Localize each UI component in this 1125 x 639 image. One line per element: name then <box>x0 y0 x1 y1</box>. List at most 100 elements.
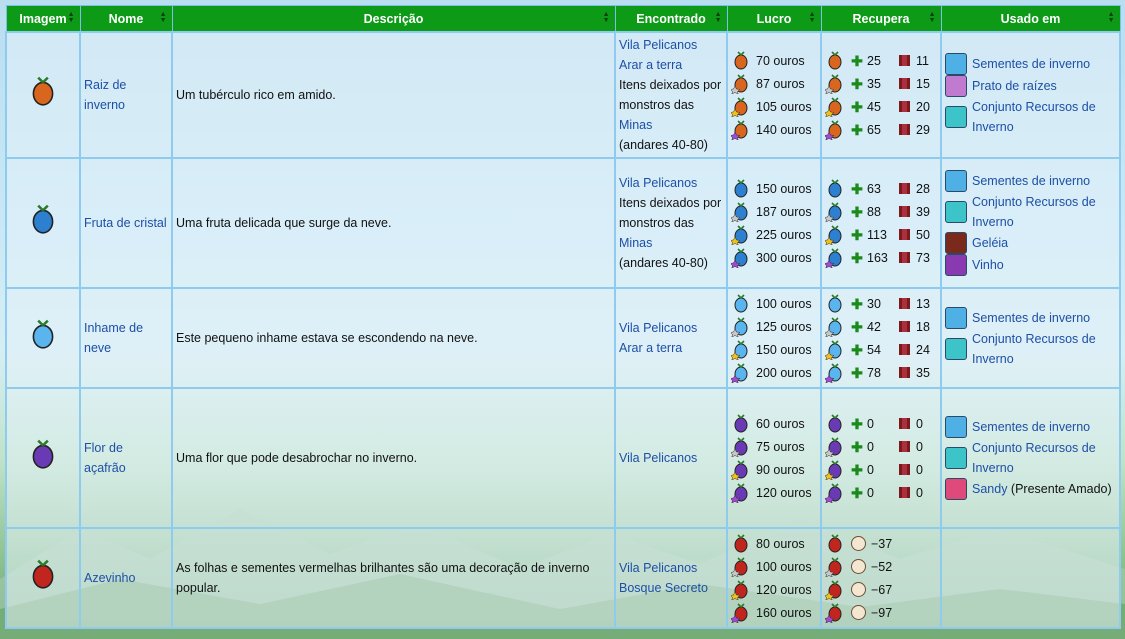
col-header-imagem[interactable]: Imagem ▲ ▼ <box>5 5 81 33</box>
crop-name-link[interactable]: Azevinho <box>84 571 135 585</box>
used-in-label: Conjunto Recursos de Inverno <box>972 97 1116 137</box>
col-header-recupera[interactable]: Recupera ▲ ▼ <box>820 5 942 33</box>
holly-icon <box>734 533 748 552</box>
col-header-encontrado[interactable]: Encontrado ▲ ▼ <box>614 5 728 33</box>
holly-icon <box>828 533 842 552</box>
description-text: Um tubérculo rico em amido. <box>176 88 336 102</box>
crop-name-link[interactable]: Fruta de cristal <box>84 216 167 230</box>
recovery-row: ✚ 63 28 <box>825 177 937 200</box>
used-in-item: Geléia <box>945 232 1116 254</box>
recovery-row: ✚ 0 0 <box>825 435 937 458</box>
energy-value: 35 <box>867 76 881 91</box>
snow-yam-icon <box>734 293 748 312</box>
table-row: Fruta de cristal Uma fruta delicada que s… <box>5 157 1121 289</box>
location-link[interactable]: Vila Pelicanos <box>619 558 723 578</box>
energy-value: 88 <box>867 204 881 219</box>
crystal-fruit-icon <box>32 204 54 234</box>
energy-value: 63 <box>867 181 881 196</box>
location-link[interactable]: Vila Pelicanos <box>619 318 723 338</box>
used-in-link[interactable]: Sementes de inverno <box>972 420 1090 434</box>
crop-name-link[interactable]: Flor de açafrão <box>84 441 126 475</box>
description-cell: Uma fruta delicada que surge da neve. <box>171 157 616 289</box>
bundle-icon <box>945 338 967 360</box>
crocus-icon <box>731 459 748 480</box>
used-in-link[interactable]: Vinho <box>972 258 1004 272</box>
root-platter-icon <box>945 75 967 97</box>
crop-image-cell <box>5 387 81 529</box>
crop-name-link[interactable]: Inhame de neve <box>84 321 143 355</box>
used-in-link[interactable]: Sementes de inverno <box>972 311 1090 325</box>
sort-icon[interactable]: ▲ ▼ <box>603 11 610 24</box>
used-in-link[interactable]: Sandy <box>972 482 1007 496</box>
sort-icon[interactable]: ▲ ▼ <box>160 11 167 24</box>
location-link[interactable]: Arar a terra <box>619 338 723 358</box>
bundle-icon <box>945 106 967 128</box>
snow-yam-icon <box>731 362 748 383</box>
used-in-item: Conjunto Recursos de Inverno <box>945 329 1116 369</box>
used-in-link[interactable]: Sementes de inverno <box>972 174 1090 188</box>
location-link[interactable]: Vila Pelicanos <box>619 35 723 55</box>
header-row: Imagem ▲ ▼ Nome ▲ ▼ Descrição ▲ ▼ Encontrado ▲ ▼… <box>5 5 1121 33</box>
col-header-lucro[interactable]: Lucro ▲ ▼ <box>726 5 822 33</box>
health-icon <box>899 124 910 135</box>
energy-plus-icon: ✚ <box>851 318 863 335</box>
used-in-link[interactable]: Conjunto Recursos de Inverno <box>972 195 1096 229</box>
sort-icon[interactable]: ▲ ▼ <box>1108 11 1115 24</box>
col-header-descricao[interactable]: Descrição ▲ ▼ <box>171 5 616 33</box>
location-link[interactable]: Vila Pelicanos <box>619 173 723 193</box>
col-header-nome[interactable]: Nome ▲ ▼ <box>79 5 173 33</box>
location-link[interactable]: Bosque Secreto <box>619 578 723 598</box>
crystal-fruit-icon <box>734 178 748 197</box>
recovery-row: ✚ 35 15 <box>825 72 937 95</box>
col-header-usado-em[interactable]: Usado em ▲ ▼ <box>940 5 1121 33</box>
used-in-item: Sementes de inverno <box>945 170 1116 192</box>
used-in-link[interactable]: Conjunto Recursos de Inverno <box>972 332 1096 366</box>
used-in-link[interactable]: Prato de raízes <box>972 79 1057 93</box>
used-in-label: Conjunto Recursos de Inverno <box>972 438 1116 478</box>
location-link[interactable]: Arar a terra <box>619 55 723 75</box>
location-link[interactable]: Minas <box>619 115 723 135</box>
recovery-row: ✚ 163 73 <box>825 246 937 269</box>
health-icon <box>899 206 910 217</box>
winter-root-icon <box>734 50 748 69</box>
used-in-link[interactable]: Sementes de inverno <box>972 57 1090 71</box>
crocus-icon <box>734 413 748 432</box>
used-in-item: Vinho <box>945 254 1116 276</box>
found-cell: Vila Pelicanos Arar a terra Itens deixados… <box>614 31 728 159</box>
location-link[interactable]: Minas <box>619 233 723 253</box>
crystal-fruit-icon <box>731 201 748 222</box>
recovery-row: ✚ 0 0 <box>825 412 937 435</box>
holly-icon <box>825 579 842 600</box>
profit-cell: 100 ouros 125 ouros 150 ouros 200 ouros <box>726 287 822 389</box>
used-in-item: Sementes de inverno <box>945 307 1116 329</box>
crop-name-cell: Raiz de inverno <box>79 31 173 159</box>
profit-value: 120 ouros <box>756 582 812 597</box>
health-value: 50 <box>916 227 930 242</box>
crop-name-link[interactable]: Raiz de inverno <box>84 78 126 112</box>
recovery-cell: ✚ 63 28 ✚ 88 39 ✚ 113 50 ✚ 163 73 <box>820 157 942 289</box>
profit-row: 90 ouros <box>731 458 817 481</box>
sort-icon[interactable]: ▲ ▼ <box>929 11 936 24</box>
health-value: 24 <box>916 342 930 357</box>
used-in-link[interactable]: Conjunto Recursos de Inverno <box>972 441 1096 475</box>
profit-row: 200 ouros <box>731 361 817 384</box>
used-in-item: Sementes de inverno <box>945 416 1116 438</box>
sort-icon[interactable]: ▲ ▼ <box>809 11 816 24</box>
used-in-item: Conjunto Recursos de Inverno <box>945 438 1116 478</box>
profit-row: 187 ouros <box>731 200 817 223</box>
skull-icon <box>851 582 866 597</box>
used-in-link[interactable]: Geléia <box>972 236 1008 250</box>
profit-value: 200 ouros <box>756 365 812 380</box>
energy-plus-icon: ✚ <box>851 52 863 69</box>
used-in-label: Conjunto Recursos de Inverno <box>972 329 1116 369</box>
used-in-link[interactable]: Conjunto Recursos de Inverno <box>972 100 1096 134</box>
used-in-label: Conjunto Recursos de Inverno <box>972 192 1116 232</box>
sort-icon[interactable]: ▲ ▼ <box>68 11 75 24</box>
winter-root-icon <box>825 119 842 140</box>
recovery-row: ✚ 0 0 <box>825 481 937 504</box>
sort-icon[interactable]: ▲ ▼ <box>715 11 722 24</box>
location-link[interactable]: Vila Pelicanos <box>619 448 723 468</box>
crocus-icon <box>828 413 842 432</box>
description-text: Uma flor que pode desabrochar no inverno… <box>176 451 418 465</box>
used-in-cell: Sementes de inverno Conjunto Recursos de … <box>940 287 1121 389</box>
